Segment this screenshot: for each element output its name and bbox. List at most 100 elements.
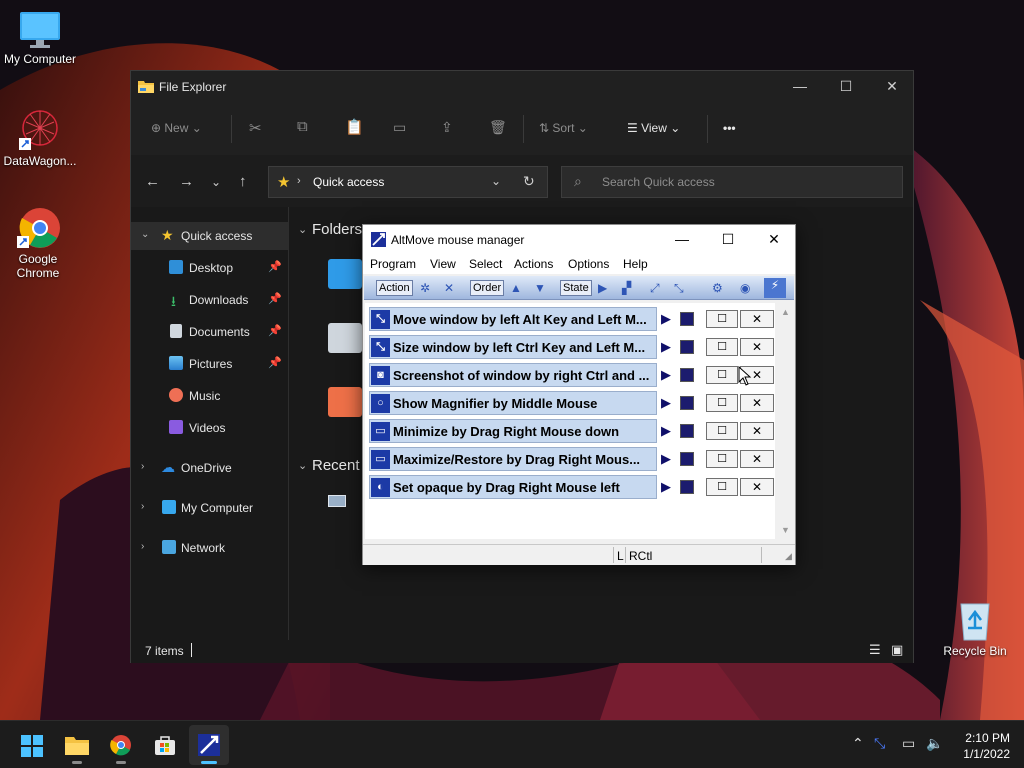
search-input[interactable]: ⌕ Search Quick access [561, 166, 903, 198]
taskbar-file-explorer[interactable] [57, 725, 97, 765]
eye-icon[interactable]: ◉ [740, 281, 750, 295]
new-button[interactable]: ⊕ New ⌄ [151, 121, 202, 135]
altmove-titlebar[interactable]: AltMove mouse manager — ☐ ✕ [363, 225, 795, 254]
action-label[interactable]: ○ Show Magnifier by Middle Mouse [369, 391, 657, 415]
collapse-icon[interactable]: ⤡ [674, 281, 684, 296]
stack-icon[interactable]: ▞ [622, 281, 631, 295]
altmove-tray-icon[interactable]: ⤡ [874, 735, 885, 752]
volume-icon[interactable]: 🔈 [926, 735, 943, 752]
sidebar-item-quick-access[interactable]: ⌄ ★ Quick access [131, 222, 288, 250]
menu-view[interactable]: View [430, 257, 456, 271]
details-view-icon[interactable]: ☰ [869, 642, 881, 658]
recent-file-icon[interactable] [328, 495, 346, 507]
section-chevron-icon[interactable]: ⌄ [298, 223, 307, 236]
action-label[interactable]: ◐ Set opaque by Drag Right Mouse left [369, 475, 657, 499]
scroll-down-icon[interactable]: ▼ [781, 525, 790, 535]
menu-help[interactable]: Help [623, 257, 648, 271]
desktop-icon-datawagon[interactable]: DataWagon... [0, 108, 80, 168]
action-label[interactable]: ⤡ Size window by left Ctrl Key and Left M… [369, 335, 657, 359]
run-action-icon[interactable]: ▶ [661, 311, 671, 327]
chevron-right-icon[interactable]: › [141, 541, 144, 552]
gear-icon[interactable]: ⚙ [712, 281, 723, 295]
pin-icon[interactable]: 📌 [268, 356, 282, 369]
run-action-icon[interactable]: ▶ [661, 339, 671, 355]
row-window-button[interactable]: ☐ [706, 450, 738, 468]
share-icon[interactable]: ⇪ [441, 119, 453, 136]
action-label[interactable]: ⤡ Move window by left Alt Key and Left M.… [369, 307, 657, 331]
move-up-icon[interactable]: ▲ [510, 281, 522, 295]
state-icon[interactable] [680, 480, 694, 494]
list-item[interactable]: ⤡ Move window by left Alt Key and Left M.… [367, 307, 775, 333]
altmove-window[interactable]: AltMove mouse manager — ☐ ✕ Program View… [362, 224, 796, 565]
sidebar-item-videos[interactable]: Videos [131, 414, 288, 442]
sidebar-item-music[interactable]: Music [131, 382, 288, 410]
forward-arrow-icon[interactable]: → [179, 173, 194, 190]
view-button[interactable]: ☰ View ⌄ [627, 121, 680, 135]
list-item[interactable]: ◐ Set opaque by Drag Right Mouse left ▶ ☐… [367, 475, 775, 501]
minimize-button[interactable]: — [659, 225, 705, 254]
chevron-right-icon[interactable]: › [141, 501, 144, 512]
row-window-button[interactable]: ☐ [706, 422, 738, 440]
taskbar-chrome[interactable] [101, 725, 141, 765]
menu-options[interactable]: Options [568, 257, 609, 271]
row-remove-button[interactable]: ✕ [740, 310, 774, 328]
network-icon[interactable]: ▭ [902, 735, 915, 752]
sidebar-item-onedrive[interactable]: › ☁ OneDrive [131, 454, 288, 482]
row-remove-button[interactable]: ✕ [740, 394, 774, 412]
copy-icon[interactable]: ⧉ [297, 118, 308, 135]
state-icon[interactable] [680, 424, 694, 438]
action-button[interactable]: Action [376, 280, 413, 296]
row-remove-button[interactable]: ✕ [740, 450, 774, 468]
close-button[interactable]: ✕ [869, 71, 915, 103]
show-hidden-icons-chevron-icon[interactable]: ⌃ [852, 735, 864, 752]
minimize-button[interactable]: — [777, 71, 823, 103]
order-button[interactable]: Order [470, 280, 505, 296]
section-chevron-icon[interactable]: ⌄ [298, 459, 307, 472]
sort-button[interactable]: ⇅ Sort ⌄ [539, 121, 588, 135]
action-label[interactable]: ◙ Screenshot of window by right Ctrl and … [369, 363, 657, 387]
desktop-icon-my-computer[interactable]: My Computer [0, 10, 80, 66]
recent-locations-chevron-icon[interactable]: ⌄ [211, 175, 221, 189]
row-remove-button[interactable]: ✕ [740, 338, 774, 356]
folder-tile-music[interactable] [328, 387, 362, 417]
system-clock[interactable]: 2:10 PM 1/1/2022 [963, 730, 1010, 762]
list-item[interactable]: ▭ Maximize/Restore by Drag Right Mous... … [367, 447, 775, 473]
row-window-button[interactable]: ☐ [706, 310, 738, 328]
pin-icon[interactable]: 📌 [268, 292, 282, 305]
state-icon[interactable] [680, 312, 694, 326]
state-icon[interactable] [680, 368, 694, 382]
desktop-icon-google-chrome[interactable]: Google Chrome [0, 206, 78, 280]
pin-icon[interactable]: 📌 [268, 324, 282, 337]
row-window-button[interactable]: ☐ [706, 394, 738, 412]
folders-section-header[interactable]: Folders [312, 221, 362, 238]
row-window-button[interactable]: ☐ [706, 338, 738, 356]
row-window-button[interactable]: ☐ [706, 366, 738, 384]
row-remove-button[interactable]: ✕ [740, 478, 774, 496]
state-icon[interactable] [680, 340, 694, 354]
chevron-right-icon[interactable]: › [141, 461, 144, 472]
folder-tile-desktop[interactable] [328, 259, 362, 289]
desktop-icon-recycle-bin[interactable]: Recycle Bin [935, 598, 1015, 658]
explorer-titlebar[interactable]: File Explorer — ☐ ✕ [131, 71, 913, 103]
delete-x-icon[interactable]: ✕ [444, 281, 454, 295]
run-action-icon[interactable]: ▶ [661, 423, 671, 439]
lightning-icon[interactable]: ⚡ [764, 278, 786, 298]
recent-section-header[interactable]: Recent [312, 457, 360, 474]
sidebar-item-pictures[interactable]: Pictures 📌 [131, 350, 288, 378]
vertical-scrollbar[interactable]: ▲ ▼ [777, 303, 794, 539]
address-dropdown-icon[interactable]: ⌄ [491, 174, 501, 188]
run-action-icon[interactable]: ▶ [661, 479, 671, 495]
more-options-button[interactable]: ••• [723, 121, 736, 135]
paste-icon[interactable]: 📋 [345, 118, 364, 136]
up-arrow-icon[interactable]: ↑ [239, 173, 247, 190]
start-button[interactable] [12, 725, 52, 765]
menu-select[interactable]: Select [469, 257, 502, 271]
action-label[interactable]: ▭ Minimize by Drag Right Mouse down [369, 419, 657, 443]
list-item[interactable]: ○ Show Magnifier by Middle Mouse ▶ ☐ ✕ [367, 391, 775, 417]
action-label[interactable]: ▭ Maximize/Restore by Drag Right Mous... [369, 447, 657, 471]
state-icon[interactable] [680, 396, 694, 410]
list-item[interactable]: ◙ Screenshot of window by right Ctrl and … [367, 363, 775, 389]
sidebar-item-my-computer[interactable]: › My Computer [131, 494, 288, 522]
tiles-view-icon[interactable]: ▣ [891, 642, 903, 658]
row-window-button[interactable]: ☐ [706, 478, 738, 496]
